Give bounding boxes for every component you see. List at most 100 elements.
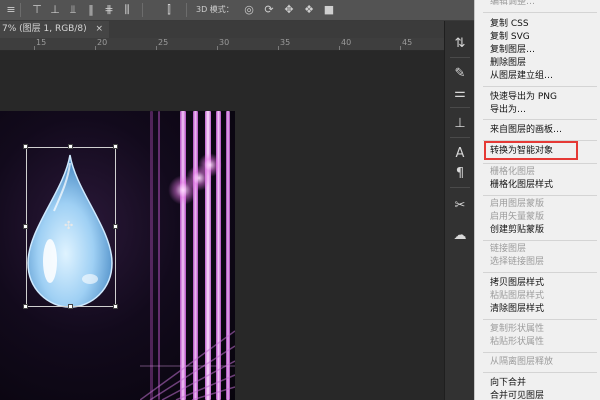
menu-item-copy-svg[interactable]: 复制 SVG (490, 32, 530, 43)
3d-scale-icon[interactable]: ■ (322, 3, 336, 17)
menu-item-clear-layer-style[interactable]: 清除图层样式 (490, 304, 544, 315)
menu-item-select-linked-layers: 选择链接图层 (490, 257, 545, 267)
menu-item-top-cut: 编辑调整… (490, 0, 536, 7)
menu-item-release-from-isolation: 从隔离图层释放 (490, 357, 554, 367)
menu-separator (483, 119, 597, 120)
transform-handle[interactable] (23, 144, 28, 149)
menu-item-merge-down[interactable]: 向下合并 (490, 378, 526, 389)
ruler-label: 45 (402, 38, 413, 47)
ruler-tick (400, 46, 401, 50)
panel-icon-strip: ⇅ ✎ ⚌ ⊥ A ¶ ✂ ☁ (444, 21, 475, 400)
distribute-center-icon[interactable]: ⊥ (48, 3, 62, 17)
menu-item-copy-shape-attributes: 复制形状属性 (490, 324, 545, 334)
ruler-label: 40 (341, 38, 352, 47)
ruler-label: 20 (97, 38, 108, 47)
3d-orbit-icon[interactable]: ◎ (242, 3, 256, 17)
layer-context-menu: 编辑调整… 复制 CSS 复制 SVG 复制图层… 删除图层 从图层建立组… 快… (474, 0, 600, 400)
distribute-top-icon[interactable]: ⊤ (30, 3, 44, 17)
transform-handle[interactable] (23, 224, 28, 229)
3d-pan-icon[interactable]: ✥ (282, 3, 296, 17)
menu-item-rasterize-layer-style[interactable]: 栅格化图层样式 (490, 180, 553, 191)
panel-divider (450, 187, 470, 188)
ruler-tick (156, 46, 157, 50)
3d-mode-label: 3D 模式： (196, 5, 234, 14)
menu-separator (483, 163, 597, 164)
ruler-tick (339, 46, 340, 50)
highlight-box (484, 141, 578, 160)
3d-slide-icon[interactable]: ❖ (302, 3, 316, 17)
ruler-tick (278, 46, 279, 50)
tools-icon[interactable]: ✂ (451, 197, 469, 215)
menu-item-enable-vector-mask: 启用矢量蒙版 (490, 212, 545, 222)
cloud-icon[interactable]: ☁ (451, 227, 469, 245)
toolbar-divider (20, 3, 21, 17)
transform-handle[interactable] (113, 224, 118, 229)
distribute-right-icon[interactable]: ⫼ (120, 3, 134, 17)
menu-separator (483, 12, 597, 13)
transform-handle[interactable] (113, 144, 118, 149)
auto-align-icon[interactable]: ⫿ (162, 3, 176, 17)
distribute-left-icon[interactable]: ‖ (84, 3, 98, 17)
menu-separator (483, 319, 597, 320)
glow-spot (198, 153, 222, 177)
adjustments-icon[interactable]: ⚌ (451, 85, 469, 103)
menu-item-paste-layer-style: 粘贴图层样式 (490, 291, 545, 301)
menu-item-create-clipping-mask[interactable]: 创建剪贴蒙版 (490, 225, 544, 236)
menu-item-group-from-layers[interactable]: 从图层建立组… (490, 71, 553, 82)
paragraph-icon[interactable]: ¶ (451, 165, 469, 183)
neon-floor-lines (140, 330, 235, 400)
menu-item-quick-export-png[interactable]: 快速导出为 PNG (490, 92, 557, 103)
horizontal-ruler: 15 20 25 30 35 40 45 (0, 38, 444, 51)
menu-item-link-layers: 链接图层 (490, 244, 527, 254)
menu-item-enable-layer-mask: 启用图层蒙版 (490, 199, 545, 209)
menu-item-export-as[interactable]: 导出为… (490, 105, 526, 116)
menu-item-rasterize-layer: 栅格化图层 (490, 167, 536, 177)
ruler-label: 30 (219, 38, 230, 47)
menu-item-duplicate-layer[interactable]: 复制图层… (490, 45, 535, 56)
panel-divider (450, 137, 470, 138)
menu-separator (483, 272, 597, 273)
toolbar-divider (142, 3, 143, 17)
document-tab[interactable]: 7% (图层 1, RGB/8) × (0, 21, 110, 38)
transform-handle[interactable] (23, 304, 28, 309)
menu-item-merge-visible[interactable]: 合并可见图层 (490, 391, 544, 400)
ruler-tick (95, 46, 96, 50)
menu-separator (483, 352, 597, 353)
stamp-icon[interactable]: ⊥ (451, 115, 469, 133)
document-tab-title: 7% (图层 1, RGB/8) (2, 24, 87, 34)
menu-item-copy-css[interactable]: 复制 CSS (490, 19, 529, 30)
transform-handle[interactable] (68, 304, 73, 309)
ruler-tick (217, 46, 218, 50)
panel-divider (450, 57, 470, 58)
distribute-hcenter-icon[interactable]: ⋕ (102, 3, 116, 17)
align-bottom-icon[interactable]: ≡ (4, 3, 18, 17)
menu-separator (483, 86, 597, 87)
menu-item-delete-layer[interactable]: 删除图层 (490, 58, 526, 69)
brush-icon[interactable]: ✎ (451, 65, 469, 83)
close-tab-icon[interactable]: × (96, 24, 104, 34)
toolbar-divider (186, 3, 187, 17)
document-canvas[interactable]: ✣ (0, 111, 235, 400)
menu-item-paste-shape-attributes: 粘贴形状属性 (490, 337, 545, 347)
menu-item-copy-layer-style[interactable]: 拷贝图层样式 (490, 278, 544, 289)
options-bar: ≡ ⊤ ⊥ ⫫ ‖ ⋕ ⫼ ⫿ 3D 模式： ◎ ⟳ ✥ ❖ ■ (0, 0, 474, 21)
transform-handle[interactable] (68, 144, 73, 149)
history-icon[interactable]: ⇅ (451, 35, 469, 53)
ruler-label: 25 (158, 38, 169, 47)
menu-separator (483, 240, 597, 241)
menu-separator (483, 372, 597, 373)
transform-handle[interactable] (113, 304, 118, 309)
document-tab-bar: 7% (图层 1, RGB/8) × (0, 21, 474, 38)
ruler-tick (34, 46, 35, 50)
photoshop-window: ≡ ⊤ ⊥ ⫫ ‖ ⋕ ⫼ ⫿ 3D 模式： ◎ ⟳ ✥ ❖ ■ 7% (图层 … (0, 0, 600, 400)
menu-item-artboard-from-layers[interactable]: 来自图层的画板… (490, 125, 562, 136)
work-area[interactable]: ✣ (0, 51, 444, 400)
distribute-bottom-icon[interactable]: ⫫ (66, 3, 80, 17)
ruler-label: 35 (280, 38, 291, 47)
3d-roll-icon[interactable]: ⟳ (262, 3, 276, 17)
panel-divider (450, 107, 470, 108)
menu-separator (483, 195, 597, 196)
character-icon[interactable]: A (451, 145, 469, 163)
reference-point-icon: ✣ (64, 219, 74, 232)
ruler-label: 15 (36, 38, 47, 47)
